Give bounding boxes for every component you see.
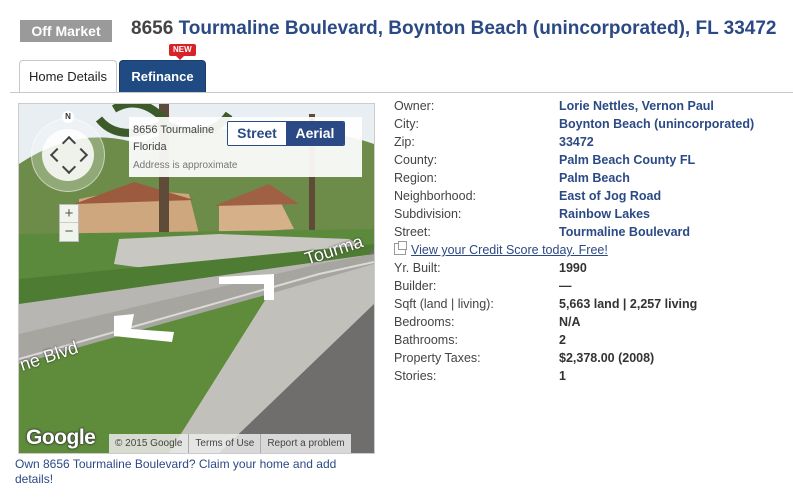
detail-label: Bedrooms:: [394, 315, 455, 329]
detail-value: N/A: [559, 315, 581, 329]
detail-label: Sqft (land | living):: [394, 297, 494, 311]
detail-value: 1990: [559, 261, 587, 275]
detail-row-year-built: Yr. Built: 1990: [394, 259, 789, 277]
page-title: 8656 Tourmaline Boulevard, Boynton Beach…: [131, 18, 776, 40]
county-link[interactable]: Palm Beach County FL: [559, 151, 695, 169]
aerial-view-button[interactable]: Aerial: [286, 122, 344, 145]
detail-row-street: Street: Tourmaline Boulevard: [394, 223, 789, 241]
detail-label: Neighborhood:: [394, 189, 477, 203]
copyright-text: © 2015 Google: [115, 438, 183, 449]
pan-control[interactable]: [42, 129, 94, 181]
info-line-street: 8656 Tourmaline: [133, 124, 215, 136]
detail-value: —: [559, 279, 572, 293]
detail-label: Zip:: [394, 135, 415, 149]
report-problem-link[interactable]: Report a problem: [260, 434, 350, 453]
navigation-control[interactable]: N: [31, 111, 105, 192]
detail-label: Property Taxes:: [394, 351, 481, 365]
detail-row-neighborhood: Neighborhood: East of Jog Road: [394, 187, 789, 205]
tab-refinance[interactable]: Refinance: [119, 60, 206, 93]
address-text: Tourmaline Boulevard, Boynton Beach (uni…: [178, 18, 777, 39]
detail-label: Builder:: [394, 279, 437, 293]
owner-link[interactable]: Lorie Nettles, Vernon Paul: [559, 97, 714, 115]
detail-row-stories: Stories: 1: [394, 367, 789, 385]
view-toggle: Street Aerial: [227, 121, 345, 146]
detail-row-builder: Builder: —: [394, 277, 789, 295]
chevron-up-icon[interactable]: [61, 135, 77, 151]
street-view-button[interactable]: Street: [228, 122, 286, 145]
detail-value: $2,378.00 (2008): [559, 351, 655, 365]
detail-value: 5,663 land | 2,257 living: [559, 297, 698, 311]
terms-of-use-link[interactable]: Terms of Use: [188, 434, 260, 453]
detail-label: City:: [394, 117, 419, 131]
panel-border: [10, 92, 793, 93]
claim-home-link[interactable]: Own 8656 Tourmaline Boulevard? Claim you…: [15, 457, 375, 487]
compass-north-icon[interactable]: N: [62, 111, 74, 123]
detail-label: Street:: [394, 225, 431, 239]
detail-label: Owner:: [394, 99, 435, 113]
map-attribution: © 2015 Google Terms of Use Report a prob…: [109, 434, 351, 453]
status-badge: Off Market: [20, 20, 112, 42]
zoom-control: + −: [59, 204, 79, 242]
chevron-right-icon[interactable]: [73, 147, 89, 163]
address-info-box: 8656 Tourmaline Florida Address is appro…: [129, 117, 362, 177]
zip-link[interactable]: 33472: [559, 133, 594, 151]
detail-row-sqft: Sqft (land | living): 5,663 land | 2,257 …: [394, 295, 789, 313]
detail-value: 2: [559, 333, 566, 347]
street-view-map[interactable]: Tourma ne Blvd N + − 8656 Tourmaline Flo…: [18, 103, 375, 454]
street-link[interactable]: Tourmaline Boulevard: [559, 223, 690, 241]
credit-score-row: View your Credit Score today. Free!: [394, 241, 789, 259]
detail-row-county: County: Palm Beach County FL: [394, 151, 789, 169]
detail-row-bathrooms: Bathrooms: 2: [394, 331, 789, 349]
new-badge: NEW: [169, 44, 196, 60]
detail-label: Bathrooms:: [394, 333, 458, 347]
detail-row-subdivision: Subdivision: Rainbow Lakes: [394, 205, 789, 223]
zoom-out-button[interactable]: −: [60, 223, 78, 240]
info-line-state: Florida: [133, 141, 167, 153]
google-logo[interactable]: Google: [26, 426, 96, 450]
detail-value: 1: [559, 369, 566, 383]
property-details: Owner: Lorie Nettles, Vernon Paul City: Bo…: [394, 97, 789, 385]
credit-score-text: View your Credit Score today. Free!: [411, 243, 608, 257]
detail-row-owner: Owner: Lorie Nettles, Vernon Paul: [394, 97, 789, 115]
detail-row-bedrooms: Bedrooms: N/A: [394, 313, 789, 331]
tab-home-details[interactable]: Home Details: [19, 60, 117, 93]
detail-row-property-taxes: Property Taxes: $2,378.00 (2008): [394, 349, 789, 367]
region-link[interactable]: Palm Beach: [559, 169, 630, 187]
detail-label: Subdivision:: [394, 207, 462, 221]
detail-label: Yr. Built:: [394, 261, 441, 275]
zoom-in-button[interactable]: +: [60, 205, 78, 223]
info-address: 8656 Tourmaline Florida: [133, 122, 229, 156]
detail-row-city: City: Boynton Beach (unincorporated): [394, 115, 789, 133]
external-link-icon: [394, 241, 407, 255]
subdivision-link[interactable]: Rainbow Lakes: [559, 205, 650, 223]
address-approximate-note: Address is approximate: [133, 160, 238, 171]
credit-score-link[interactable]: View your Credit Score today. Free!: [394, 241, 608, 259]
neighborhood-link[interactable]: East of Jog Road: [559, 187, 661, 205]
detail-row-region: Region: Palm Beach: [394, 169, 789, 187]
chevron-down-icon[interactable]: [61, 159, 77, 175]
detail-label: Stories:: [394, 369, 437, 383]
detail-label: Region:: [394, 171, 438, 185]
city-link[interactable]: Boynton Beach (unincorporated): [559, 115, 754, 133]
chevron-left-icon[interactable]: [49, 147, 65, 163]
house-number: 8656: [131, 18, 174, 39]
detail-row-zip: Zip: 33472: [394, 133, 789, 151]
detail-label: County:: [394, 153, 438, 167]
